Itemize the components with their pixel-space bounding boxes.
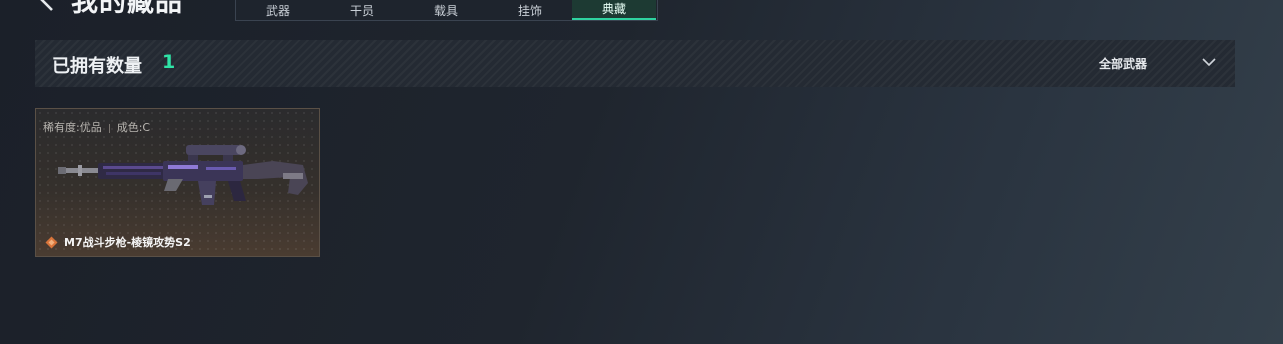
meta-divider xyxy=(108,123,110,133)
tab-collection[interactable]: 典藏 xyxy=(572,0,656,20)
owned-summary-bar: 已拥有数量 1 全部武器 xyxy=(35,40,1235,87)
item-name: M7战斗步枪-棱镜攻势S2 xyxy=(64,236,191,249)
category-tabs: 武器 干员 载具 挂饰 典藏 xyxy=(235,0,658,21)
owned-count-value: 1 xyxy=(162,51,176,73)
chevron-down-icon xyxy=(1202,58,1216,67)
collection-item-card[interactable]: 稀有度:优品 成色:C M7战斗步枪-棱镜攻势S2 xyxy=(35,108,320,257)
back-icon[interactable] xyxy=(34,0,60,12)
tab-operators[interactable]: 干员 xyxy=(320,0,404,20)
weapon-image xyxy=(58,145,308,205)
filter-label: 全部武器 xyxy=(1099,57,1148,71)
card-meta: 稀有度:优品 成色:C xyxy=(43,119,150,135)
tab-vehicles[interactable]: 载具 xyxy=(404,0,488,20)
owned-count-label: 已拥有数量 xyxy=(52,56,142,77)
condition-text: 成色:C xyxy=(116,121,151,134)
rarity-diamond-icon xyxy=(45,236,58,249)
tab-weapons[interactable]: 武器 xyxy=(236,0,320,20)
top-bar: 我的藏品 武器 干员 载具 挂饰 典藏 xyxy=(0,0,1283,22)
weapon-filter-dropdown[interactable]: 全部武器 xyxy=(1099,53,1227,75)
rarity-text: 稀有度:优品 xyxy=(43,121,102,134)
page-title: 我的藏品 xyxy=(71,0,183,18)
tab-charms[interactable]: 挂饰 xyxy=(488,0,572,20)
